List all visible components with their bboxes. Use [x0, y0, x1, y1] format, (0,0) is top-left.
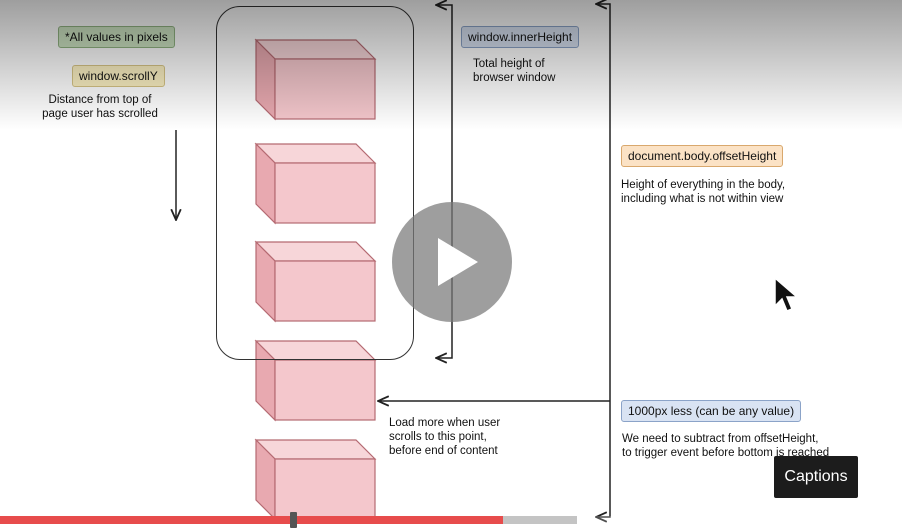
inner-height-tag: window.innerHeight — [461, 26, 580, 48]
browser-viewport-frame — [216, 6, 414, 360]
progress-chapter-marker — [289, 512, 297, 528]
offset-height-bracket — [596, 4, 611, 517]
inner-height-desc-line-1: Total height of — [473, 58, 545, 70]
less-desc-line-1: We need to subtract from offsetHeight, — [622, 433, 819, 445]
play-button[interactable] — [392, 202, 512, 322]
inner-height-description: Total height of browser window — [473, 57, 555, 85]
all-values-tag: *All values in pixels — [58, 26, 175, 48]
load-more-line-2: scrolls to this point, — [389, 431, 487, 443]
scroll-y-desc-line-1: Distance from top of — [48, 94, 152, 106]
load-more-line-3: before end of content — [389, 445, 498, 457]
scroll-y-description: Distance from top of page user has scrol… — [30, 93, 170, 121]
captions-button[interactable]: Captions — [774, 456, 858, 498]
offset-height-desc-line-1: Height of everything in the body, — [621, 179, 786, 191]
play-icon — [438, 238, 478, 286]
offset-height-tag: document.body.offsetHeight — [621, 145, 784, 167]
load-more-description: Load more when user scrolls to this poin… — [389, 416, 500, 458]
inner-height-desc-line-2: browser window — [473, 72, 556, 84]
less-1000-tag: 1000px less (can be any value) — [621, 400, 802, 422]
scroll-y-tag: window.scrollY — [72, 65, 165, 87]
mouse-cursor-icon — [774, 276, 800, 312]
scroll-y-desc-line-2: page user has scrolled — [42, 108, 158, 120]
video-progress-bar[interactable] — [0, 512, 902, 528]
content-box-5 — [254, 438, 377, 521]
progress-played — [0, 516, 504, 524]
load-more-line-1: Load more when user — [389, 417, 501, 429]
offset-height-desc-line-2: including what is not within view — [621, 193, 784, 205]
offset-height-description: Height of everything in the body, includ… — [621, 178, 785, 206]
